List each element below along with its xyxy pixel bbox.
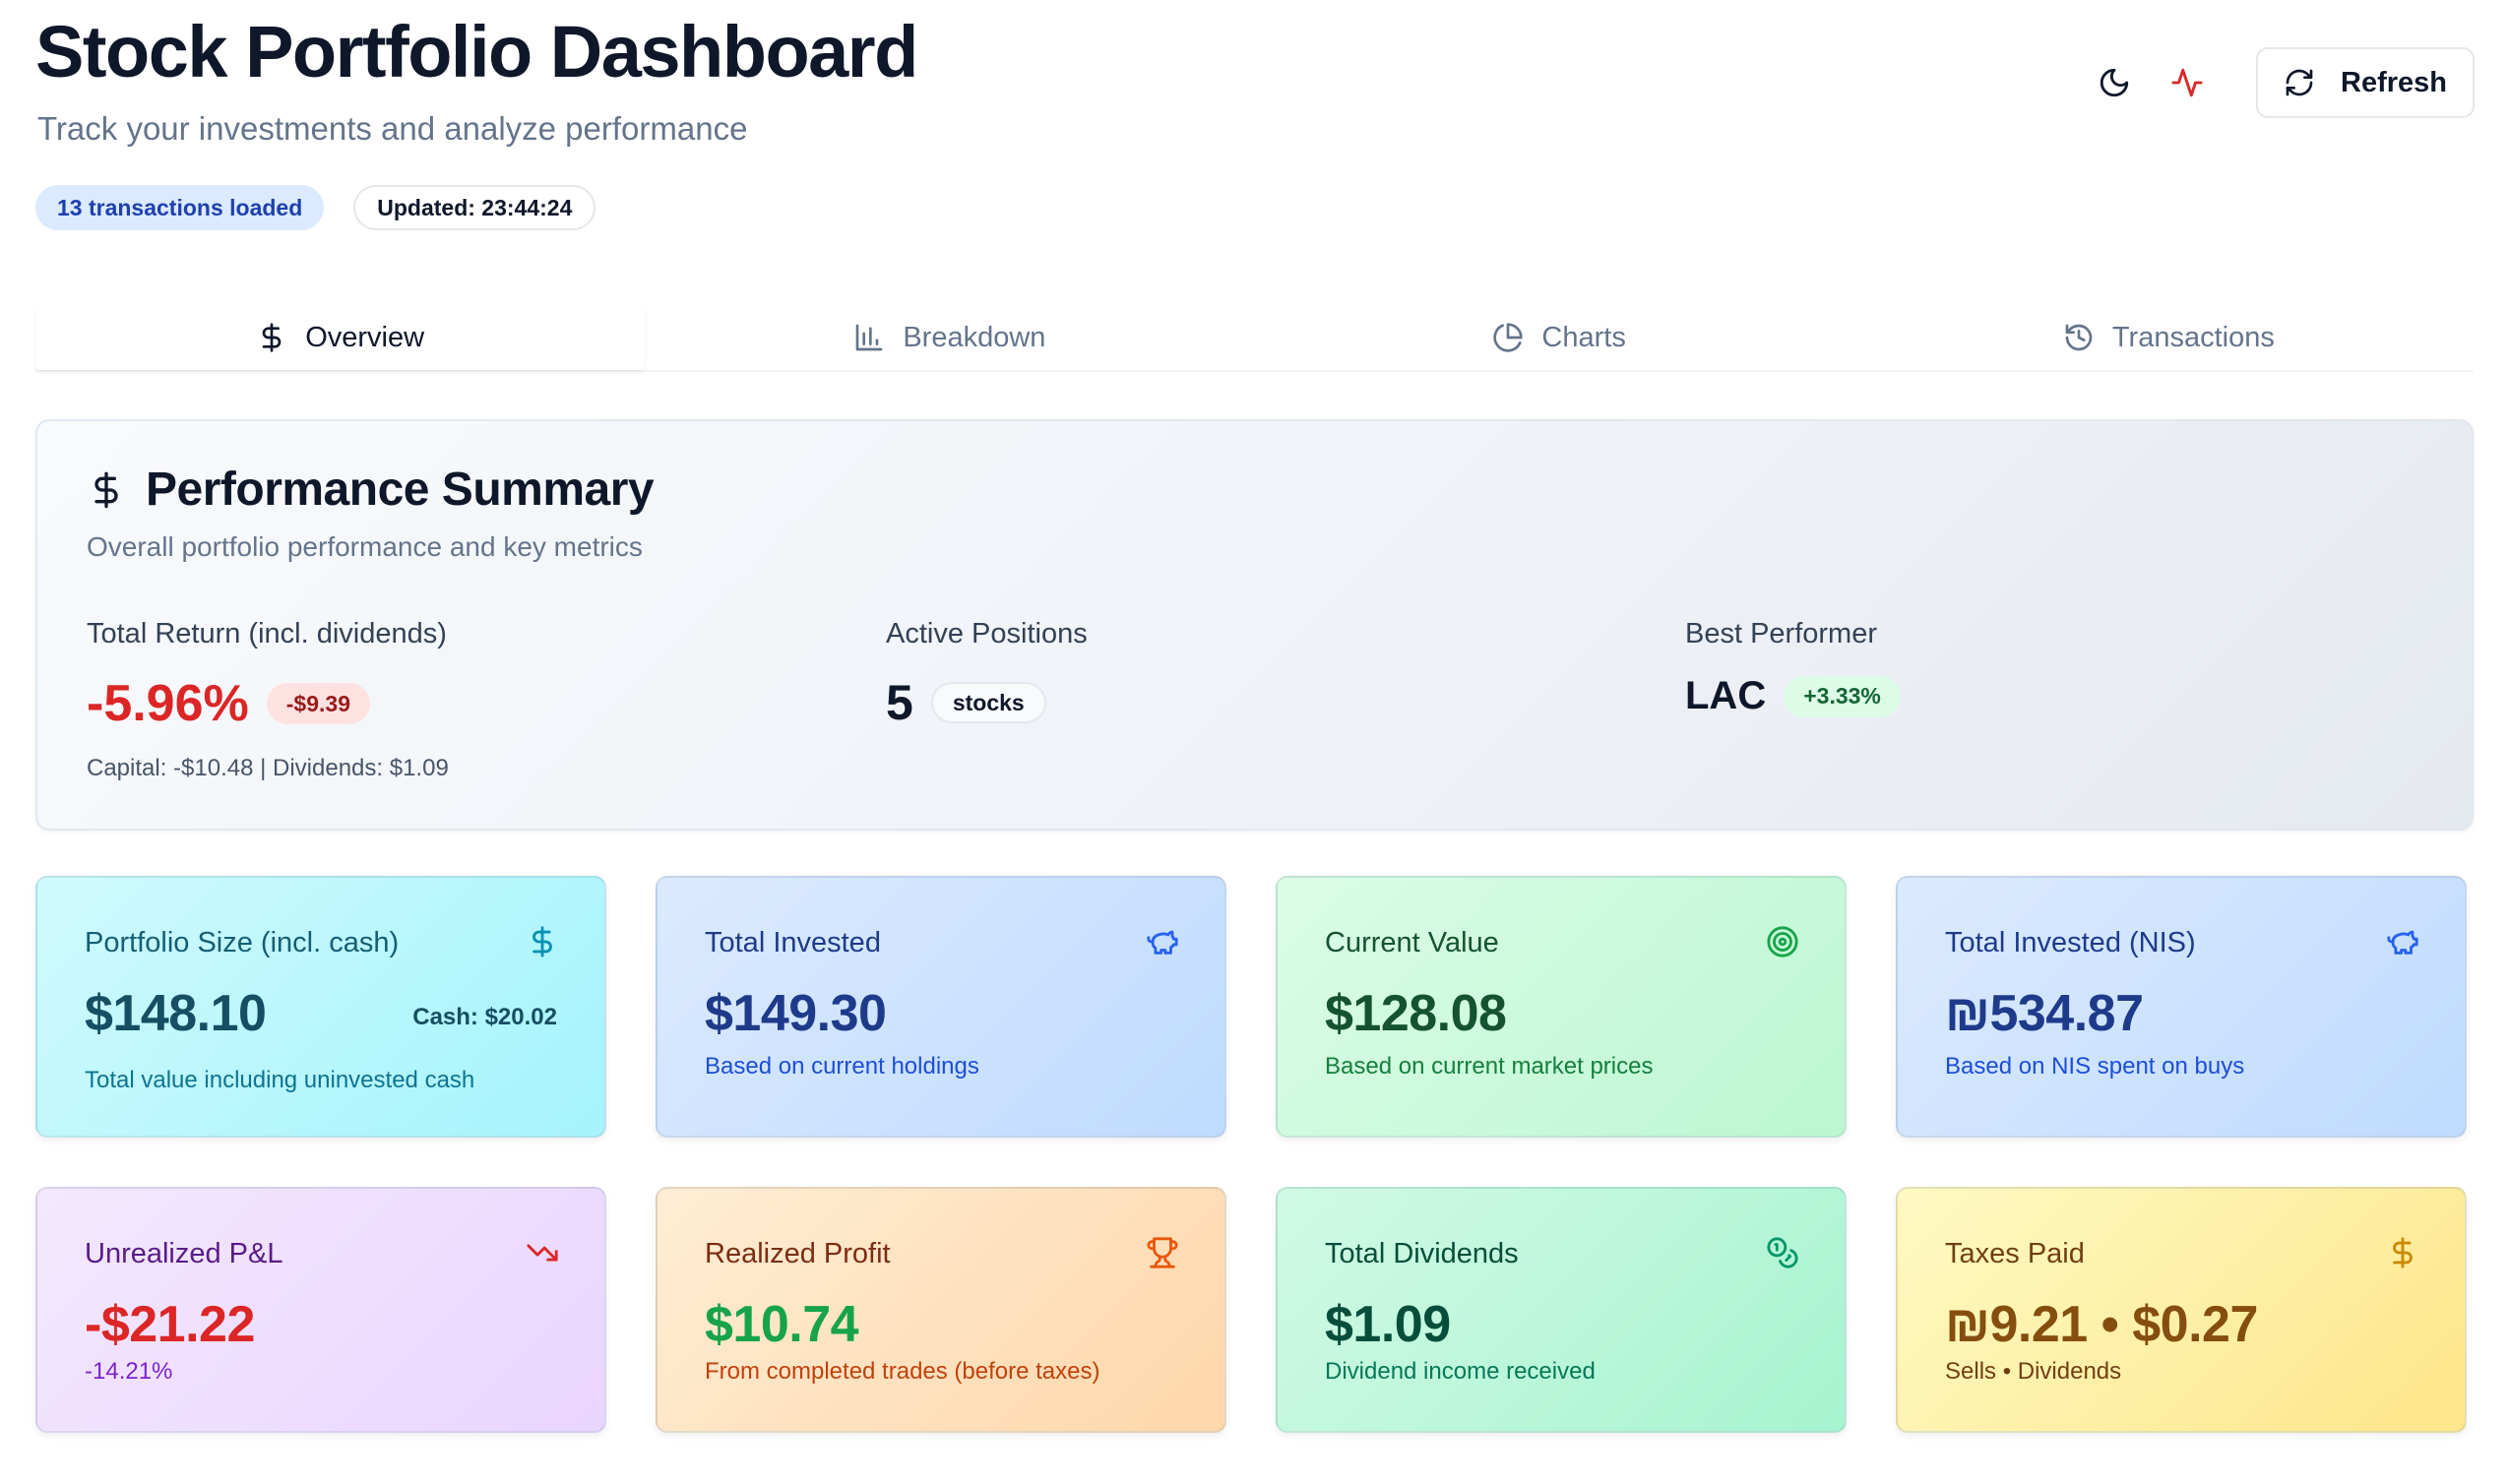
card-value: $1.09 <box>1325 1296 1451 1353</box>
card-label: Total Invested <box>705 927 881 958</box>
tab-label: Overview <box>305 321 425 353</box>
unrealized-pnl-card: Unrealized P&L -$21.22 -14.21% <box>35 1187 606 1433</box>
active-positions-unit-badge: stocks <box>930 682 1046 723</box>
card-value: $10.74 <box>705 1296 859 1353</box>
activity-icon[interactable] <box>2160 55 2215 110</box>
card-label: Taxes Paid <box>1945 1238 2085 1269</box>
card-label: Unrealized P&L <box>85 1238 283 1269</box>
tab-transactions[interactable]: Transactions <box>1864 305 2474 370</box>
card-value: $149.30 <box>705 985 887 1042</box>
card-label: Portfolio Size (incl. cash) <box>85 927 400 958</box>
target-icon <box>1767 926 1798 958</box>
total-dividends-card: Total Dividends $1.09 Dividend income re… <box>1276 1187 1847 1433</box>
page-title: Stock Portfolio Dashboard <box>35 11 918 93</box>
taxes-paid-card: Taxes Paid ₪9.21 • $0.27 Sells • Dividen… <box>1896 1187 2467 1433</box>
piggy-bank-icon <box>2387 930 2418 955</box>
transactions-badge: 13 transactions loaded <box>35 185 325 230</box>
tab-label: Charts <box>1541 321 1626 353</box>
card-footnote: Based on NIS spent on buys <box>1945 1053 2245 1080</box>
performance-summary-card: Performance Summary Overall portfolio pe… <box>35 419 2474 831</box>
realized-profit-card: Realized Profit $10.74 From completed tr… <box>656 1187 1226 1433</box>
trending-down-icon <box>527 1244 558 1262</box>
total-return-amount-badge: -$9.39 <box>266 683 370 724</box>
portfolio-size-card: Portfolio Size (incl. cash) $148.10 Cash… <box>35 876 606 1138</box>
card-value: ₪534.87 <box>1945 985 2144 1042</box>
refresh-button[interactable]: Refresh <box>2256 47 2475 118</box>
card-label: Current Value <box>1325 927 1499 958</box>
page-subtitle: Track your investments and analyze perfo… <box>37 110 748 147</box>
tab-breakdown[interactable]: Breakdown <box>645 305 1254 370</box>
card-value: ₪9.21 • $0.27 <box>1945 1296 2258 1353</box>
updated-badge: Updated: 23:44:24 <box>353 185 596 230</box>
tab-label: Breakdown <box>903 321 1046 353</box>
active-positions-value: 5 <box>886 675 913 730</box>
performance-title: Performance Summary <box>146 464 655 516</box>
card-label: Total Invested (NIS) <box>1945 927 2196 958</box>
card-value: -$21.22 <box>85 1296 255 1353</box>
card-label: Total Dividends <box>1325 1238 1519 1269</box>
best-performer-change-badge: +3.33% <box>1784 675 1901 717</box>
total-return-label: Total Return (incl. dividends) <box>87 618 447 649</box>
bar-chart-icon <box>855 324 883 351</box>
tab-label: Transactions <box>2111 321 2275 353</box>
tab-overview[interactable]: Overview <box>35 305 646 370</box>
refresh-label: Refresh <box>2341 66 2447 98</box>
cash-amount: Cash: $20.02 <box>412 1004 557 1030</box>
card-footnote: -14.21% <box>85 1358 173 1385</box>
tab-bar: Overview Breakdown Charts Transactions <box>35 305 2474 372</box>
history-icon <box>2065 324 2093 351</box>
best-performer-label: Best Performer <box>1685 618 1877 649</box>
card-footnote: From completed trades (before taxes) <box>705 1358 1100 1385</box>
card-footnote: Dividend income received <box>1325 1358 1596 1385</box>
refresh-icon <box>2286 69 2313 96</box>
pie-chart-icon <box>1493 323 1524 352</box>
card-value: $148.10 <box>85 985 267 1042</box>
tab-charts[interactable]: Charts <box>1255 305 1864 370</box>
dollar-icon <box>262 323 282 352</box>
total-return-value: -5.96% <box>87 675 249 732</box>
performance-heading: Performance Summary <box>87 463 655 517</box>
coins-icon <box>1767 1237 1798 1268</box>
card-footnote: Sells • Dividends <box>1945 1358 2122 1385</box>
card-footnote: Based on current holdings <box>705 1053 979 1080</box>
status-badges: 13 transactions loaded Updated: 23:44:24 <box>35 185 596 230</box>
piggy-bank-icon <box>1147 930 1178 955</box>
card-value: $128.08 <box>1325 985 1507 1042</box>
total-return-section: Total Return (incl. dividends) -5.96% -$… <box>87 618 449 782</box>
total-return-breakdown: Capital: -$10.48 | Dividends: $1.09 <box>87 755 449 781</box>
card-label: Realized Profit <box>705 1238 891 1269</box>
dollar-icon <box>533 926 552 958</box>
best-performer-ticker: LAC <box>1685 674 1767 717</box>
card-footnote: Total value including uninvested cash <box>85 1067 475 1093</box>
active-positions-label: Active Positions <box>886 618 1088 649</box>
header-actions: Refresh <box>2087 47 2475 118</box>
page-header: Stock Portfolio Dashboard Track your inv… <box>35 14 2475 240</box>
card-footnote: Based on current market prices <box>1325 1053 1654 1080</box>
dollar-icon <box>2393 1237 2413 1268</box>
performance-subtitle: Overall portfolio performance and key me… <box>87 531 643 562</box>
total-invested-card: Total Invested $149.30 Based on current … <box>656 876 1226 1138</box>
total-invested-nis-card: Total Invested (NIS) ₪534.87 Based on NI… <box>1896 876 2467 1138</box>
moon-icon[interactable] <box>2087 55 2142 110</box>
current-value-card: Current Value $128.08 Based on current m… <box>1276 876 1847 1138</box>
dollar-icon <box>94 471 118 508</box>
best-performer-section: Best Performer LAC +3.33% <box>1685 618 1901 718</box>
active-positions-section: Active Positions 5 stocks <box>886 618 1088 731</box>
trophy-icon <box>1147 1237 1178 1268</box>
